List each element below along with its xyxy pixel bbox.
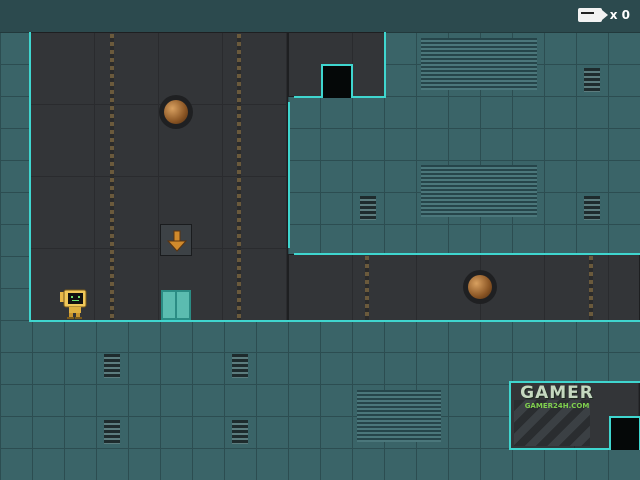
- wall-grate: [232, 354, 248, 378]
- dark-doorway: [321, 64, 353, 98]
- wall-grate: [104, 354, 120, 378]
- wall-vent: [357, 390, 441, 442]
- battery-card-icon: [577, 8, 608, 22]
- rail: [365, 256, 369, 320]
- ledge-left-edge: [288, 102, 290, 248]
- wall-grate: [104, 420, 120, 444]
- room-edge-left: [29, 32, 31, 321]
- rail: [110, 34, 114, 320]
- rail: [589, 256, 593, 320]
- game-viewport[interactable]: x 0 GAMER GAMER24H.COM: [0, 0, 640, 480]
- porthole-window: [463, 270, 497, 304]
- wall-grate: [232, 420, 248, 444]
- watermark-title: GAMER: [520, 383, 594, 403]
- dark-doorway: [609, 416, 640, 450]
- wall-vent: [421, 165, 537, 217]
- rail: [237, 34, 241, 320]
- main-room: [30, 32, 288, 321]
- exit-door[interactable]: [161, 290, 191, 320]
- watermark-logo: GAMER GAMER24H.COM: [506, 384, 608, 416]
- hud-counter: x 0: [577, 8, 630, 22]
- wall-grate: [584, 196, 600, 220]
- top-bar: [0, 0, 640, 33]
- porthole-window: [159, 95, 193, 129]
- down-arrow-icon: [160, 224, 192, 256]
- watermark-subtitle: GAMER24H.COM: [524, 402, 590, 410]
- ledge-bottom-edge: [294, 253, 640, 255]
- wall-grate: [584, 68, 600, 92]
- floor-edge: [29, 320, 640, 322]
- wall-grate: [360, 196, 376, 220]
- wall-vent: [421, 38, 537, 90]
- robot-monitor-icon[interactable]: [60, 288, 88, 320]
- item-count: x 0: [609, 8, 630, 22]
- upper-edge-right: [384, 32, 386, 97]
